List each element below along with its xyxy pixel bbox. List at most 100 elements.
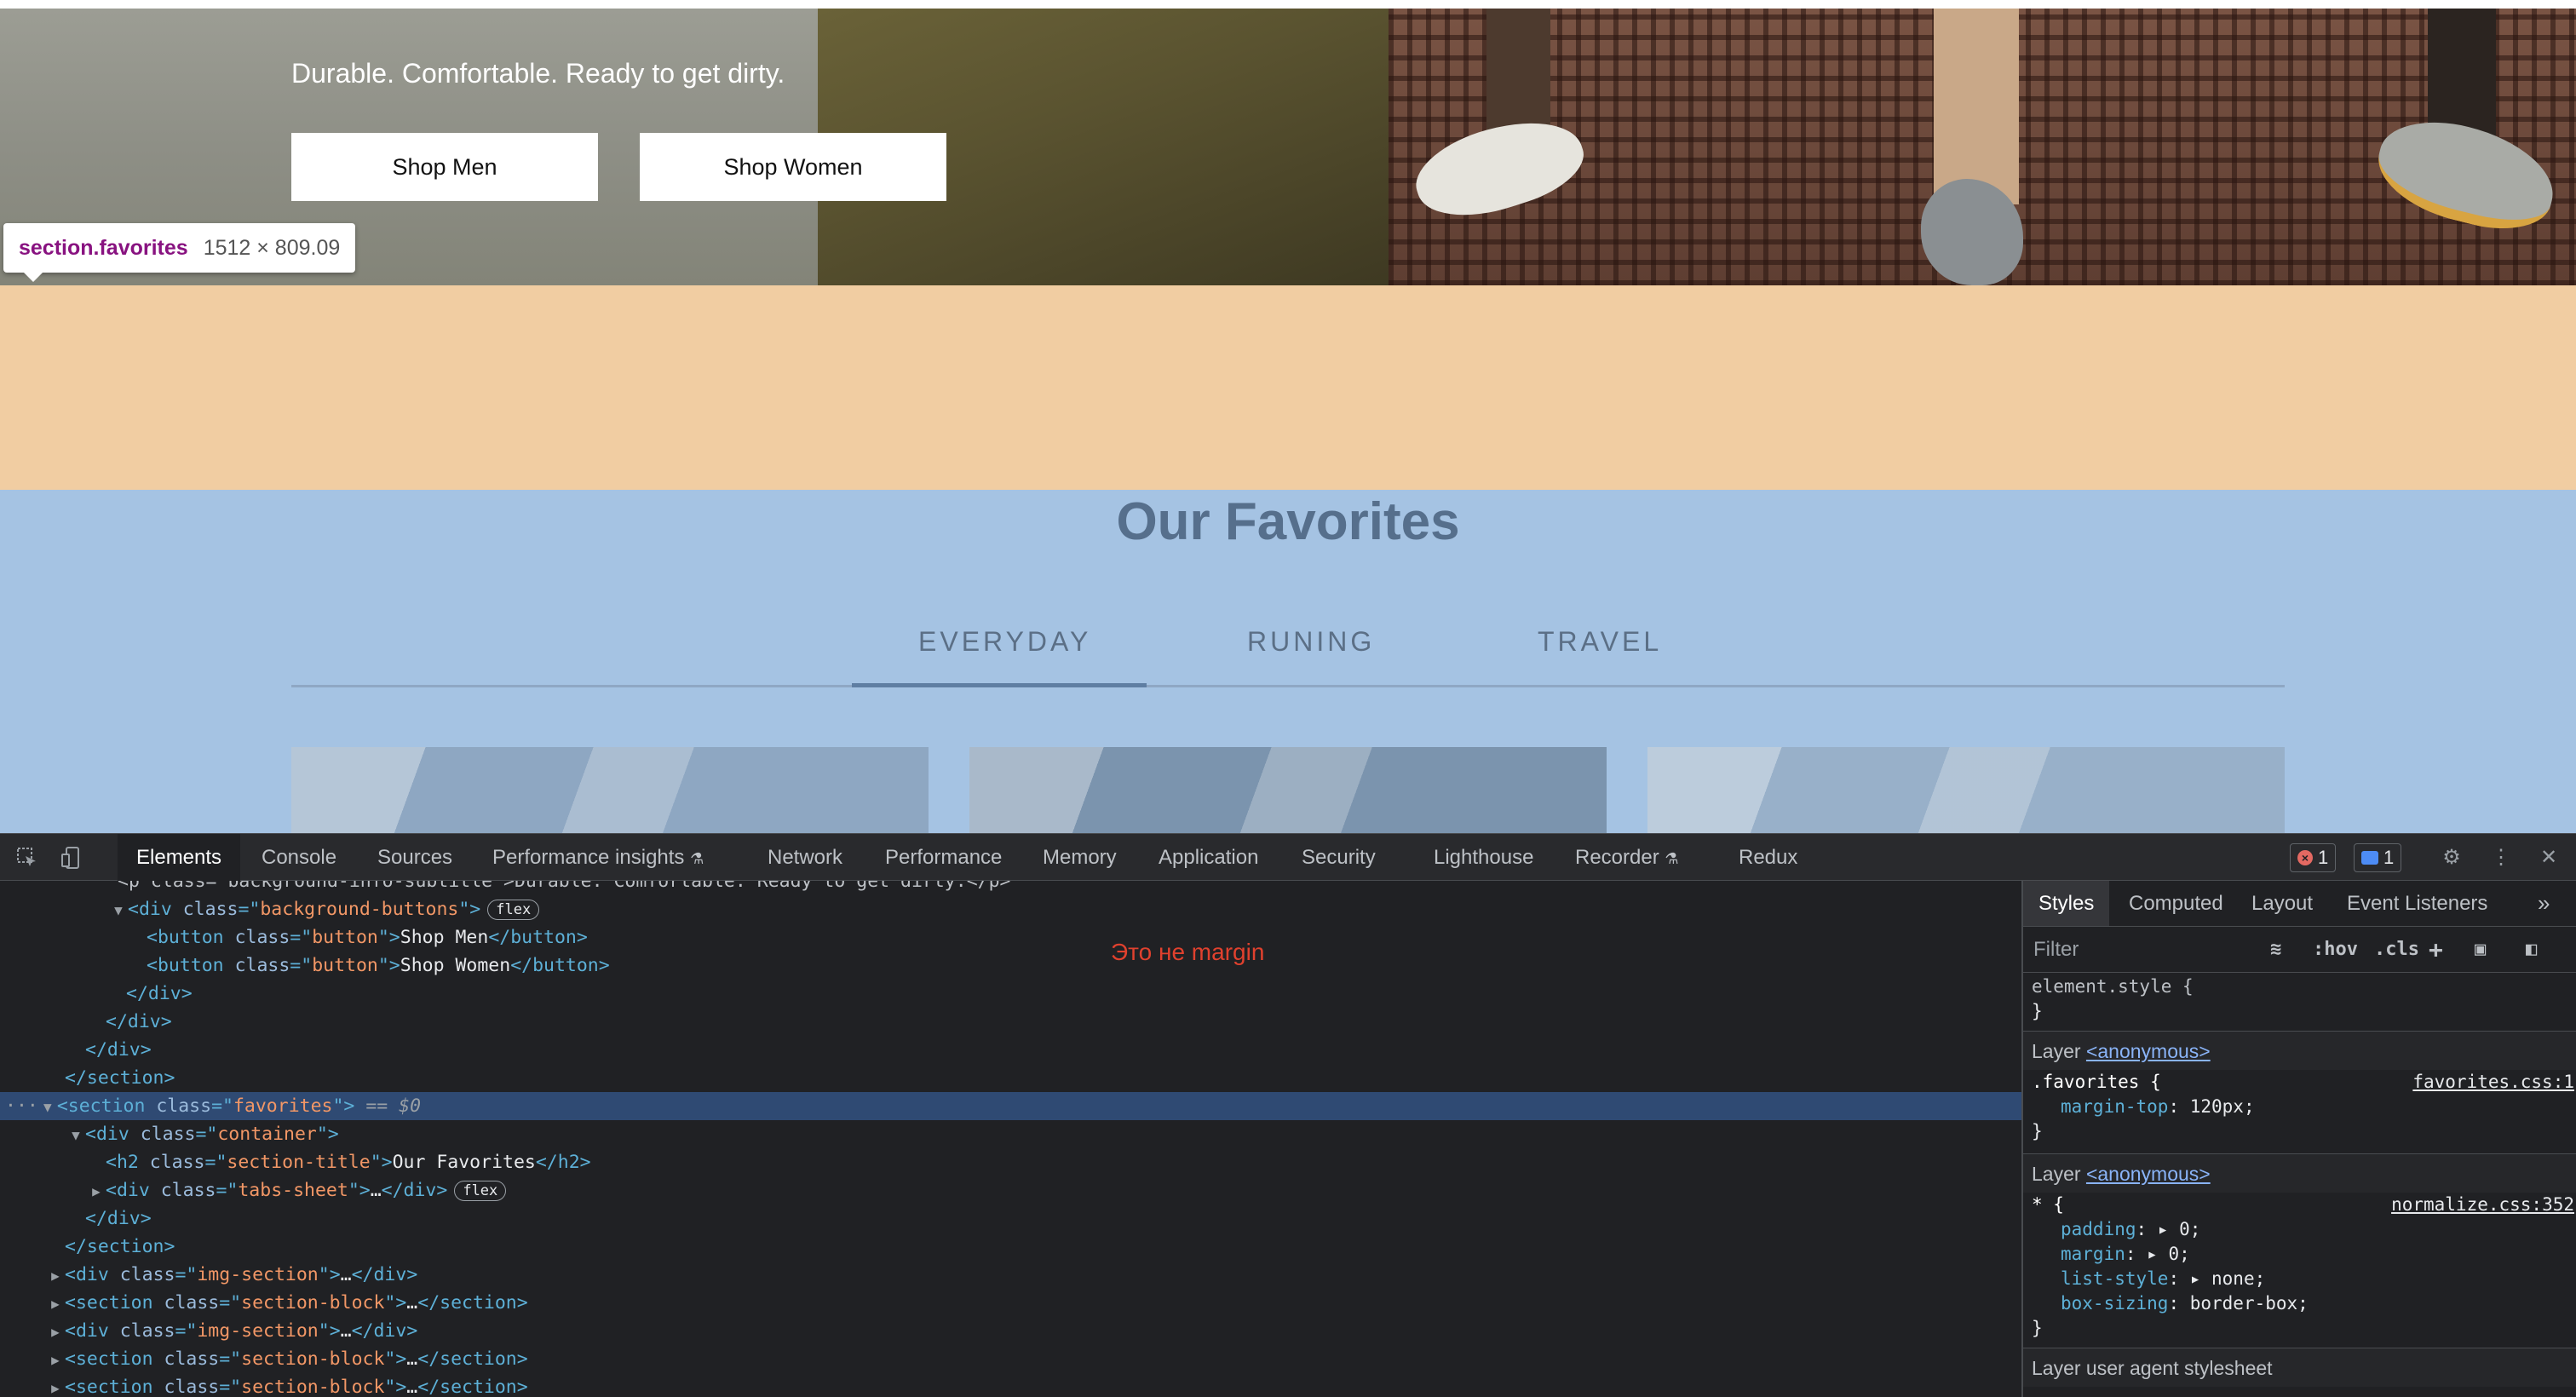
source-link[interactable]: favorites.css:1 bbox=[2412, 1070, 2574, 1095]
styles-filter-row: ≋ :hov .cls + ▣ ◧ bbox=[2023, 927, 2576, 973]
tab-security[interactable]: Security bbox=[1283, 834, 1394, 881]
dom-node-close[interactable]: </section> bbox=[0, 1233, 2021, 1261]
dom-node-img-section[interactable]: ▶ <div class="img-section">…</div> bbox=[0, 1317, 2021, 1345]
dom-node-close[interactable]: </div> bbox=[0, 1008, 2021, 1036]
rule-selector-line: * { normalize.css:352 bbox=[2023, 1193, 2576, 1217]
toggle-renderer-icon[interactable]: ≋ bbox=[2270, 935, 2281, 964]
tab-styles[interactable]: Styles bbox=[2023, 881, 2110, 926]
add-rule-icon[interactable]: + bbox=[2429, 935, 2443, 964]
rule-close: } bbox=[2032, 1001, 2043, 1021]
tab-performance-insights[interactable]: Performance insights ⚗ bbox=[474, 834, 722, 881]
dom-node-close[interactable]: </div> bbox=[0, 1036, 2021, 1064]
flex-badge[interactable]: flex bbox=[487, 900, 540, 920]
tab-everyday[interactable]: EVERYDAY bbox=[918, 626, 1091, 658]
tab-sources[interactable]: Sources bbox=[359, 834, 471, 881]
shop-women-button[interactable]: Shop Women bbox=[640, 133, 946, 201]
dom-node-close[interactable]: </div> bbox=[0, 1204, 2021, 1233]
tab-layout[interactable]: Layout bbox=[2236, 881, 2328, 926]
rule-property[interactable]: box-sizing: border-box; bbox=[2023, 1291, 2576, 1316]
user-agent-layer: Layer user agent stylesheet bbox=[2023, 1348, 2576, 1387]
more-options-icon[interactable]: ⋮ bbox=[2489, 846, 2513, 870]
tab-event-listeners[interactable]: Event Listeners bbox=[2332, 881, 2503, 926]
flex-badge[interactable]: flex bbox=[454, 1181, 507, 1201]
collapse-triangle-icon[interactable]: ▶ bbox=[46, 1318, 65, 1346]
layer-anonymous-link[interactable]: <anonymous> bbox=[2086, 1040, 2211, 1062]
favorites-section: Our Favorites EVERYDAY RUNING TRAVEL bbox=[0, 490, 2576, 833]
paint-brush-icon[interactable]: ▣ bbox=[2475, 935, 2486, 964]
margin-highlight-overlay bbox=[0, 285, 2576, 490]
expand-triangle-icon[interactable]: ▼ bbox=[66, 1121, 85, 1149]
layer-anonymous-link[interactable]: <anonymous> bbox=[2086, 1163, 2211, 1185]
element-style-rule: element.style { } bbox=[2023, 974, 2576, 1024]
tab-recorder[interactable]: Recorder ⚗ bbox=[1556, 834, 1698, 881]
dom-node-section-block[interactable]: ▶ <section class="section-block">…</secti… bbox=[0, 1345, 2021, 1373]
styles-filter-input[interactable] bbox=[2030, 934, 2253, 966]
product-card[interactable] bbox=[291, 747, 929, 833]
collapse-triangle-icon[interactable]: ▶ bbox=[46, 1374, 65, 1397]
gear-icon[interactable]: ⚙ bbox=[2440, 846, 2464, 870]
dom-node-section-title[interactable]: <h2 class="section-title">Our Favorites<… bbox=[0, 1148, 2021, 1176]
toggle-sidebar-icon[interactable]: ◧ bbox=[2526, 935, 2537, 964]
devtools-toolbar: Elements Console Sources Performance ins… bbox=[0, 833, 2576, 881]
node-actions-ellipsis[interactable]: ··· bbox=[5, 1095, 38, 1117]
dom-node-section-block[interactable]: ▶ <section class="section-block">…</secti… bbox=[0, 1373, 2021, 1397]
tabs-divider bbox=[291, 685, 2285, 687]
tab-travel[interactable]: TRAVEL bbox=[1538, 626, 1662, 658]
dom-node-container[interactable]: ▼ <div class="container"> bbox=[0, 1120, 2021, 1148]
expand-triangle-icon[interactable]: ▼ bbox=[109, 896, 128, 924]
rule-selector-line: .favorites { favorites.css:1 bbox=[2023, 1070, 2576, 1095]
message-icon bbox=[2361, 851, 2378, 865]
error-icon: × bbox=[2297, 850, 2313, 865]
tab-running[interactable]: RUNING bbox=[1247, 626, 1375, 658]
dom-node-background-buttons[interactable]: ▼ <div class="background-buttons"> flex bbox=[0, 895, 2021, 923]
dom-node-img-section[interactable]: ▶ <div class="img-section">…</div> bbox=[0, 1261, 2021, 1289]
dom-node-partial[interactable]: <p class="background-info-subtitle">Dura… bbox=[0, 881, 2021, 895]
tab-redux[interactable]: Redux bbox=[1720, 834, 1816, 881]
close-icon[interactable]: ✕ bbox=[2537, 846, 2561, 870]
rule-selector: element.style { bbox=[2032, 976, 2194, 997]
collapse-triangle-icon[interactable]: ▶ bbox=[87, 1177, 106, 1205]
elements-tree[interactable]: <p class="background-info-subtitle">Dura… bbox=[0, 881, 2021, 1397]
tab-console[interactable]: Console bbox=[243, 834, 355, 881]
tab-memory[interactable]: Memory bbox=[1024, 834, 1136, 881]
expand-triangle-icon[interactable]: ▼ bbox=[38, 1093, 57, 1121]
dom-node-section-block[interactable]: ▶ <section class="section-block">…</secti… bbox=[0, 1289, 2021, 1317]
styles-pane: Styles Computed Layout Event Listeners »… bbox=[2021, 881, 2576, 1397]
dom-node-favorites-selected[interactable]: ··· ▼ <section class="favorites"> == $0 bbox=[0, 1092, 2021, 1120]
cls-button[interactable]: .cls bbox=[2374, 935, 2419, 964]
dom-node-close[interactable]: </section> bbox=[0, 1064, 2021, 1092]
tab-lighthouse[interactable]: Lighthouse bbox=[1415, 834, 1552, 881]
error-count-badge[interactable]: × 1 bbox=[2290, 843, 2337, 872]
rule-property[interactable]: margin: ▸ 0; bbox=[2023, 1242, 2576, 1267]
tab-application[interactable]: Application bbox=[1140, 834, 1277, 881]
layer-header: Layer <anonymous> bbox=[2023, 1153, 2576, 1193]
hero-subtitle: Durable. Comfortable. Ready to get dirty… bbox=[291, 58, 785, 89]
tab-computed[interactable]: Computed bbox=[2113, 881, 2239, 926]
collapse-triangle-icon[interactable]: ▶ bbox=[46, 1346, 65, 1374]
collapse-triangle-icon[interactable]: ▶ bbox=[46, 1262, 65, 1290]
product-card[interactable] bbox=[969, 747, 1607, 833]
flask-icon: ⚗ bbox=[690, 850, 704, 867]
more-tabs-icon[interactable]: » bbox=[2522, 881, 2565, 926]
hov-button[interactable]: :hov bbox=[2313, 935, 2358, 964]
collapse-triangle-icon[interactable]: ▶ bbox=[46, 1290, 65, 1318]
source-link[interactable]: normalize.css:352 bbox=[2391, 1193, 2574, 1217]
tab-network[interactable]: Network bbox=[749, 834, 861, 881]
rule-property[interactable]: padding: ▸ 0; bbox=[2023, 1217, 2576, 1242]
rule-property[interactable]: margin-top: 120px; bbox=[2023, 1095, 2576, 1119]
favorites-rule: Layer <anonymous> .favorites { favorites… bbox=[2023, 1031, 2576, 1144]
tab-performance[interactable]: Performance bbox=[866, 834, 1021, 881]
product-card[interactable] bbox=[1647, 747, 2285, 833]
dom-node-tabs-sheet[interactable]: ▶ <div class="tabs-sheet">…</div> flex bbox=[0, 1176, 2021, 1204]
inspect-tooltip: section.favorites 1512 × 809.09 bbox=[3, 223, 356, 282]
message-count: 1 bbox=[2383, 847, 2395, 868]
dom-node-button[interactable]: <button class="button">Shop Men</button> bbox=[0, 923, 2021, 951]
message-count-badge[interactable]: 1 bbox=[2354, 843, 2402, 872]
dom-node-close[interactable]: </div> bbox=[0, 980, 2021, 1008]
rule-property[interactable]: list-style: ▸ none; bbox=[2023, 1267, 2576, 1291]
device-toggle-icon[interactable] bbox=[60, 846, 83, 870]
inspect-element-icon[interactable] bbox=[15, 846, 39, 870]
dom-node-button[interactable]: <button class="button">Shop Women</butto… bbox=[0, 951, 2021, 980]
tab-elements[interactable]: Elements bbox=[118, 834, 241, 881]
shop-men-button[interactable]: Shop Men bbox=[291, 133, 598, 201]
